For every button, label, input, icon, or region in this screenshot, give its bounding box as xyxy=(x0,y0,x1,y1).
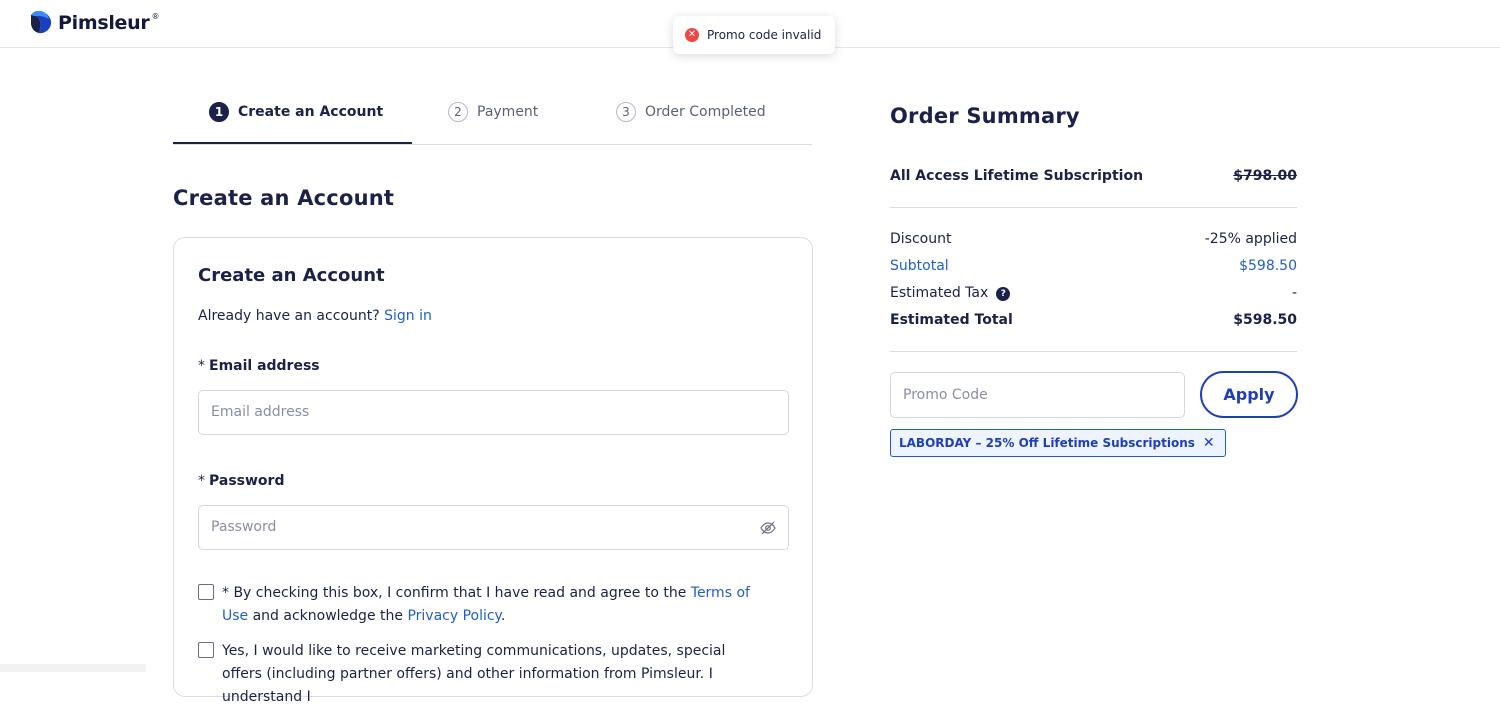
applied-promo-tag: LABORDAY – 25% Off Lifetime Subscription… xyxy=(890,429,1226,457)
active-step-indicator xyxy=(173,142,412,144)
password-label-text: Password xyxy=(209,473,285,489)
signin-row: Already have an account? Sign in xyxy=(198,308,432,324)
applied-promo-text: LABORDAY – 25% Off Lifetime Subscription… xyxy=(899,436,1195,450)
email-field[interactable]: Email address xyxy=(198,390,789,435)
step-order-completed[interactable]: 3 Order Completed xyxy=(616,102,766,122)
email-label-text: Email address xyxy=(209,358,320,374)
toast-message: Promo code invalid xyxy=(707,28,822,42)
order-summary-title: Order Summary xyxy=(890,104,1080,128)
product-name: All Access Lifetime Subscription xyxy=(890,168,1144,184)
discount-row: Discount -25% applied xyxy=(890,231,1297,247)
email-placeholder: Email address xyxy=(211,404,310,420)
marketing-checkbox-row: Yes, I would like to receive marketing c… xyxy=(198,640,768,709)
brand-name: Pimsleur xyxy=(58,12,150,34)
step-number: 1 xyxy=(209,102,229,122)
total-label: Estimated Total xyxy=(890,312,1013,328)
required-marker: * xyxy=(198,358,205,374)
registered-mark: ® xyxy=(151,11,160,21)
terms-prefix: * By checking this box, I confirm that I… xyxy=(222,585,691,601)
error-icon: ✕ xyxy=(685,28,699,42)
password-label: * Password xyxy=(198,473,284,489)
marketing-text: Yes, I would like to receive marketing c… xyxy=(222,643,726,705)
marketing-checkbox[interactable] xyxy=(198,642,214,658)
terms-checkbox-row: * By checking this box, I confirm that I… xyxy=(198,582,768,628)
terms-text: * By checking this box, I confirm that I… xyxy=(222,582,768,628)
card-title: Create an Account xyxy=(198,265,385,286)
discount-value: -25% applied xyxy=(1204,231,1297,247)
checkout-steps: 1 Create an Account 2 Payment 3 Order Co… xyxy=(173,92,812,145)
subtotal-row: Subtotal $598.50 xyxy=(890,258,1297,274)
promo-placeholder: Promo Code xyxy=(903,387,988,403)
tax-value: - xyxy=(1291,285,1297,301)
terms-checkbox[interactable] xyxy=(198,584,214,600)
step-label: Order Completed xyxy=(645,104,766,120)
subtotal-value: $598.50 xyxy=(1239,258,1297,274)
step-number: 3 xyxy=(616,102,636,122)
step-create-account[interactable]: 1 Create an Account xyxy=(209,102,383,122)
step-label: Payment xyxy=(477,104,539,120)
product-row: All Access Lifetime Subscription $798.00 xyxy=(890,168,1297,184)
total-value: $598.50 xyxy=(1233,312,1297,328)
divider xyxy=(890,207,1297,208)
email-label: * Email address xyxy=(198,358,320,374)
step-number: 2 xyxy=(448,102,468,122)
required-marker: * xyxy=(198,473,205,489)
error-toast: ✕ Promo code invalid xyxy=(673,16,835,54)
bottom-left-strip xyxy=(0,664,146,672)
help-icon[interactable]: ? xyxy=(996,287,1011,301)
password-placeholder: Password xyxy=(211,519,277,535)
signin-prompt: Already have an account? xyxy=(198,308,380,324)
promo-code-input[interactable]: Promo Code xyxy=(890,372,1185,418)
divider xyxy=(890,351,1297,352)
tax-row: Estimated Tax? - xyxy=(890,285,1297,301)
tax-label: Estimated Tax xyxy=(890,285,989,301)
apply-button[interactable]: Apply xyxy=(1200,371,1298,418)
create-account-card: Create an Account Already have an accoun… xyxy=(173,237,813,705)
page-title: Create an Account xyxy=(173,186,395,210)
step-label: Create an Account xyxy=(238,104,384,120)
discount-label: Discount xyxy=(890,231,952,247)
privacy-policy-link[interactable]: Privacy Policy xyxy=(407,608,500,624)
pimsleur-logo-icon xyxy=(31,11,52,34)
terms-suffix: . xyxy=(500,608,506,624)
original-price: $798.00 xyxy=(1233,168,1297,184)
total-row: Estimated Total $598.50 xyxy=(890,312,1297,328)
subtotal-label: Subtotal xyxy=(890,258,949,274)
password-field[interactable]: Password xyxy=(198,505,789,550)
pimsleur-logo[interactable]: Pimsleur ® xyxy=(31,11,159,35)
remove-promo-icon[interactable]: ✕ xyxy=(1203,435,1215,451)
step-payment[interactable]: 2 Payment xyxy=(448,102,538,122)
terms-middle: and acknowledge the xyxy=(248,608,408,624)
sign-in-link[interactable]: Sign in xyxy=(384,308,432,324)
eye-slash-icon[interactable] xyxy=(760,520,776,536)
tax-label-group: Estimated Tax? xyxy=(890,285,1011,301)
